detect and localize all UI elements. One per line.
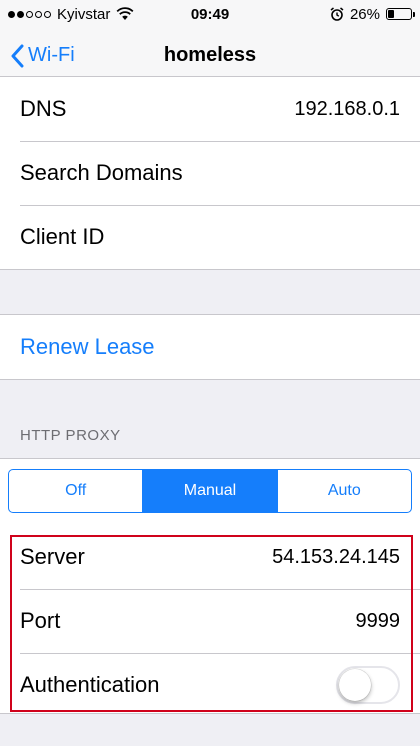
- alarm-icon: [330, 7, 344, 21]
- battery-percentage: 26%: [349, 5, 380, 23]
- proxy-mode-segmented-control: Off Manual Auto: [8, 469, 412, 513]
- renew-lease-group: Renew Lease: [0, 314, 420, 380]
- client-id-label: Client ID: [20, 224, 105, 249]
- search-domains-label: Search Domains: [20, 160, 183, 185]
- authentication-label: Authentication: [20, 672, 160, 697]
- back-button[interactable]: Wi-Fi: [10, 44, 75, 68]
- signal-strength-icon: [8, 10, 51, 18]
- dns-row[interactable]: DNS 192.168.0.1: [0, 77, 420, 141]
- proxy-mode-auto[interactable]: Auto: [276, 470, 411, 512]
- proxy-mode-off[interactable]: Off: [9, 470, 142, 512]
- status-time: 09:49: [190, 5, 230, 23]
- battery-icon: [386, 8, 415, 20]
- carrier-name: Kyivstar: [57, 5, 111, 23]
- status-right: 26%: [262, 5, 415, 23]
- port-value: 9999: [355, 609, 401, 632]
- wifi-icon: [116, 7, 134, 20]
- authentication-toggle[interactable]: [336, 666, 400, 704]
- server-label: Server: [20, 544, 85, 569]
- dns-label: DNS: [20, 96, 67, 121]
- back-button-label: Wi-Fi: [28, 44, 75, 66]
- http-proxy-header: HTTP PROXY: [20, 427, 121, 444]
- port-label: Port: [20, 608, 61, 633]
- status-left: Kyivstar: [8, 6, 158, 23]
- renew-lease-button[interactable]: Renew Lease: [0, 315, 420, 379]
- dns-value: 192.168.0.1: [294, 97, 400, 120]
- authentication-row: Authentication: [0, 653, 420, 717]
- search-domains-row[interactable]: Search Domains: [0, 141, 420, 205]
- status-bar: Kyivstar 09:49 26%: [0, 0, 420, 28]
- server-row[interactable]: Server 54.153.24.145: [0, 525, 420, 589]
- client-id-row[interactable]: Client ID: [0, 205, 420, 269]
- toggle-knob: [339, 669, 371, 701]
- chevron-left-icon: [11, 44, 24, 67]
- proxy-mode-manual[interactable]: Manual: [142, 470, 277, 512]
- network-info-group: DNS 192.168.0.1 Search Domains Client ID: [0, 76, 420, 270]
- port-row[interactable]: Port 9999: [0, 589, 420, 653]
- server-value: 54.153.24.145: [272, 545, 400, 568]
